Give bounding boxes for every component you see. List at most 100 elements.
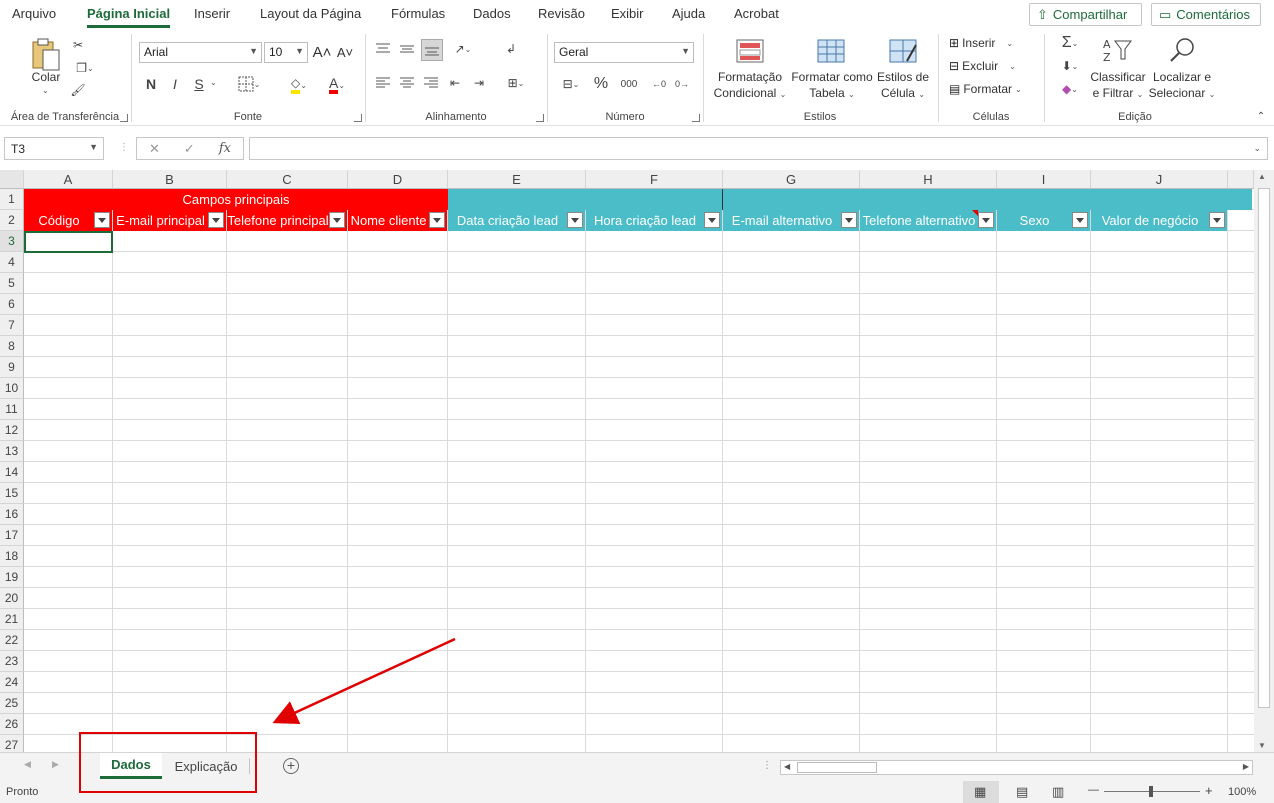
increase-indent-icon[interactable]: ⇥ bbox=[470, 74, 488, 92]
select-all-corner[interactable] bbox=[0, 170, 24, 189]
zoom-level[interactable]: 100% bbox=[1228, 786, 1256, 798]
font-name-select[interactable]: Arial ▼ bbox=[139, 42, 262, 63]
scroll-left-icon[interactable]: ◀ bbox=[784, 762, 790, 771]
header-cell-f[interactable]: Hora criação lead bbox=[586, 210, 722, 231]
scroll-left-icon[interactable]: ◀ bbox=[24, 759, 31, 770]
row-header-5[interactable]: 5 bbox=[0, 273, 24, 294]
row-header-12[interactable]: 12 bbox=[0, 420, 24, 441]
spreadsheet-grid[interactable]: ABCDEFGHIJ 1 2 3 4 5 6 7 8 9 10 11 12 13 14 15 16 17 18 19… bbox=[0, 170, 1254, 752]
secondary-band-2[interactable] bbox=[723, 189, 1252, 210]
row-header-25[interactable]: 25 bbox=[0, 693, 24, 714]
row-header-13[interactable]: 13 bbox=[0, 441, 24, 462]
row-header-8[interactable]: 8 bbox=[0, 336, 24, 357]
header-cell-i[interactable]: Sexo bbox=[997, 210, 1090, 231]
alignment-launcher-icon[interactable] bbox=[536, 114, 544, 122]
accounting-format-icon[interactable]: ⊟ ⌄ bbox=[554, 74, 588, 94]
clear-icon[interactable]: ◆ ⌄ bbox=[1053, 80, 1087, 98]
row-header-20[interactable]: 20 bbox=[0, 588, 24, 609]
row-header-15[interactable]: 15 bbox=[0, 483, 24, 504]
column-header-i[interactable]: I bbox=[997, 170, 1091, 189]
column-header-h[interactable]: H bbox=[860, 170, 997, 189]
row-header-4[interactable]: 4 bbox=[0, 252, 24, 273]
formula-input[interactable]: ⌄ bbox=[249, 137, 1268, 160]
header-cell-c[interactable]: Telefone principal bbox=[227, 210, 347, 231]
align-bottom-icon[interactable] bbox=[421, 39, 443, 61]
column-header-j[interactable]: J bbox=[1091, 170, 1228, 189]
row-header-26[interactable]: 26 bbox=[0, 714, 24, 735]
filter-dropdown-icon[interactable] bbox=[841, 212, 857, 228]
tab-arquivo[interactable]: Arquivo bbox=[12, 6, 56, 21]
zoom-in-icon[interactable]: + bbox=[1205, 783, 1213, 798]
column-header-f[interactable]: F bbox=[586, 170, 723, 189]
borders-icon[interactable]: ⌄ bbox=[232, 74, 266, 94]
name-box[interactable]: T3 ▼ bbox=[4, 137, 104, 160]
tab-acrobat[interactable]: Acrobat bbox=[734, 6, 779, 21]
clipboard-launcher-icon[interactable] bbox=[120, 114, 128, 122]
autosum-icon[interactable]: Σ ⌄ bbox=[1053, 34, 1087, 52]
tab-layout-pagina[interactable]: Layout da Página bbox=[260, 6, 361, 21]
zoom-slider-thumb[interactable] bbox=[1149, 786, 1153, 797]
scroll-down-icon[interactable]: ▼ bbox=[1258, 741, 1266, 750]
row-header-17[interactable]: 17 bbox=[0, 525, 24, 546]
expand-formula-icon[interactable]: ⌄ bbox=[1253, 143, 1261, 154]
row-header-14[interactable]: 14 bbox=[0, 462, 24, 483]
column-header-a[interactable]: A bbox=[24, 170, 113, 189]
scroll-right-icon[interactable]: ▶ bbox=[1243, 762, 1249, 771]
decrease-decimal-icon[interactable]: 0→ bbox=[672, 74, 692, 94]
insert-function-icon[interactable]: fx bbox=[219, 141, 231, 156]
row-header-21[interactable]: 21 bbox=[0, 609, 24, 630]
tab-formulas[interactable]: Fórmulas bbox=[391, 6, 445, 21]
paste-icon[interactable] bbox=[28, 36, 64, 74]
scroll-thumb[interactable] bbox=[1258, 188, 1270, 708]
scroll-right-icon[interactable]: ▶ bbox=[52, 759, 59, 770]
row-header-16[interactable]: 16 bbox=[0, 504, 24, 525]
add-sheet-icon[interactable]: + bbox=[283, 758, 299, 774]
page-layout-view-icon[interactable]: ▤ bbox=[1016, 784, 1028, 800]
header-cell-g[interactable]: E-mail alternativo bbox=[723, 210, 859, 231]
header-cell-e[interactable]: Data criação lead bbox=[448, 210, 585, 231]
vertical-scrollbar[interactable]: ▲ ▼ bbox=[1254, 170, 1274, 752]
wrap-text-icon[interactable]: ↲ bbox=[502, 40, 520, 58]
tab-revisao[interactable]: Revisão bbox=[538, 6, 585, 21]
filter-dropdown-icon[interactable] bbox=[329, 212, 345, 228]
primary-fields-band[interactable]: Campos principais bbox=[24, 189, 448, 210]
percent-style-button[interactable]: % bbox=[592, 74, 610, 94]
cancel-icon[interactable]: ✕ bbox=[149, 141, 160, 157]
more-options-icon[interactable]: ⋮ bbox=[762, 760, 772, 771]
secondary-band-1[interactable] bbox=[448, 189, 723, 210]
filter-dropdown-icon[interactable] bbox=[704, 212, 720, 228]
row-header-24[interactable]: 24 bbox=[0, 672, 24, 693]
format-painter-icon[interactable]: 🖌 bbox=[70, 82, 86, 98]
tab-inserir[interactable]: Inserir bbox=[194, 6, 230, 21]
copy-icon[interactable]: ❐ ⌄ bbox=[70, 60, 100, 76]
underline-dropdown-icon[interactable]: ⌄ bbox=[210, 78, 217, 87]
number-format-select[interactable]: Geral ▼ bbox=[554, 42, 694, 63]
align-center-icon[interactable] bbox=[398, 74, 416, 92]
row-header-11[interactable]: 11 bbox=[0, 399, 24, 420]
filter-dropdown-icon[interactable] bbox=[978, 212, 994, 228]
column-header-c[interactable]: C bbox=[227, 170, 348, 189]
comma-style-button[interactable]: 000 bbox=[616, 74, 642, 94]
row-header-23[interactable]: 23 bbox=[0, 651, 24, 672]
zoom-out-icon[interactable]: — bbox=[1088, 784, 1099, 796]
row-header-27[interactable]: 27 bbox=[0, 735, 24, 752]
bold-button[interactable]: N bbox=[143, 74, 159, 94]
cut-icon[interactable]: ✂ bbox=[70, 37, 86, 53]
scroll-up-icon[interactable]: ▲ bbox=[1258, 172, 1266, 181]
merge-center-icon[interactable]: ⊞ ⌄ bbox=[500, 74, 532, 92]
increase-decimal-icon[interactable]: ←0 bbox=[649, 74, 669, 94]
format-cells-button[interactable]: ▤ Formatar ⌄ bbox=[949, 82, 1022, 96]
paste-label[interactable]: Colar bbox=[26, 70, 66, 85]
filter-dropdown-icon[interactable] bbox=[567, 212, 583, 228]
row-header-18[interactable]: 18 bbox=[0, 546, 24, 567]
row-header-6[interactable]: 6 bbox=[0, 294, 24, 315]
tab-dados[interactable]: Dados bbox=[473, 6, 511, 21]
scroll-thumb[interactable] bbox=[797, 762, 877, 773]
page-break-view-icon[interactable]: ▥ bbox=[1052, 784, 1064, 800]
underline-button[interactable]: S bbox=[191, 74, 207, 94]
align-right-icon[interactable] bbox=[422, 74, 440, 92]
row-header-22[interactable]: 22 bbox=[0, 630, 24, 651]
collapse-ribbon-icon[interactable]: ⌃ bbox=[1254, 110, 1268, 122]
tab-exibir[interactable]: Exibir bbox=[611, 6, 644, 21]
align-top-icon[interactable] bbox=[374, 40, 392, 58]
